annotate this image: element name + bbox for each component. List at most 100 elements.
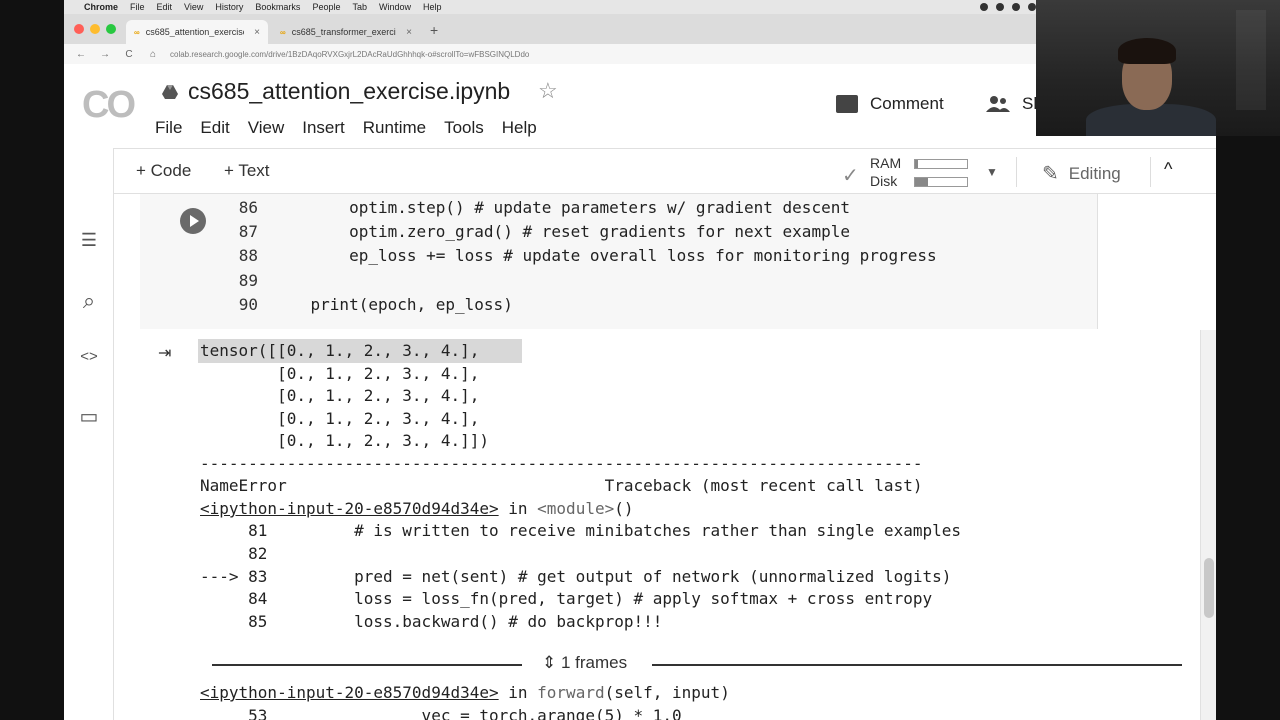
output-line[interactable]: tensor([[0., 1., 2., 3., 4.], xyxy=(200,340,479,363)
menu-chrome[interactable]: Chrome xyxy=(84,2,118,12)
window-zoom-icon[interactable] xyxy=(106,24,116,34)
search-icon[interactable]: ⌕ xyxy=(78,288,100,314)
colab-menu-edit[interactable]: Edit xyxy=(200,118,229,138)
clear-output-icon[interactable]: ⇥ xyxy=(158,343,171,363)
toolbar-divider xyxy=(1150,157,1151,187)
colab-menu-help[interactable]: Help xyxy=(502,118,537,138)
traceback-line[interactable]: 85 loss.backward() # do backprop!!! xyxy=(200,611,662,634)
collapsed-frames-toggle[interactable]: ⇕ 1 frames xyxy=(212,651,1182,679)
browser-tab[interactable]: ∞ cs685_transformer_exercise × xyxy=(272,20,420,44)
drive-icon xyxy=(162,85,178,99)
traceback-line[interactable]: 53 vec = torch.arange(5) * 1.0 xyxy=(200,705,681,720)
notebook-scrollbar[interactable] xyxy=(1200,330,1216,720)
code-snippets-icon[interactable]: <> xyxy=(78,348,100,365)
status-icons xyxy=(980,3,1036,11)
traceback-line[interactable]: 82 xyxy=(200,543,267,566)
left-sidebar: ☰ ⌕ <> ▭ xyxy=(64,148,114,720)
output-cell[interactable]: ⇥ tensor([[0., 1., 2., 3., 4.], [0., 1.,… xyxy=(140,329,1194,720)
notebook-title[interactable]: cs685_attention_exercise.ipynb xyxy=(188,78,510,105)
output-line[interactable]: [0., 1., 2., 3., 4.], xyxy=(200,363,479,386)
run-cell-button[interactable] xyxy=(180,208,206,234)
people-icon xyxy=(986,96,1010,112)
menu-help[interactable]: Help xyxy=(423,2,442,12)
traceback-suffix: (self, input) xyxy=(604,683,730,702)
traceback-line[interactable]: 81 # is written to receive minibatches r… xyxy=(200,520,961,543)
comment-icon xyxy=(836,95,858,113)
new-tab-button[interactable]: + xyxy=(430,22,438,38)
menu-bookmarks[interactable]: Bookmarks xyxy=(255,2,300,12)
line-number: 90 xyxy=(238,295,258,314)
home-button[interactable]: ⌂ xyxy=(146,49,160,60)
colab-menu-view[interactable]: View xyxy=(248,118,285,138)
code-line[interactable]: 87 optim.zero_grad() # reset gradients f… xyxy=(230,220,850,244)
traceback-file-link[interactable]: <ipython-input-20-e8570d94d34e> xyxy=(200,499,499,518)
frames-label[interactable]: ⇕ 1 frames xyxy=(542,653,627,673)
traceback-line[interactable]: 84 loss = loss_fn(pred, target) # apply … xyxy=(200,588,932,611)
output-line[interactable]: [0., 1., 2., 3., 4.]]) xyxy=(200,430,489,453)
menu-file[interactable]: File xyxy=(130,2,145,12)
colab-menu-file[interactable]: File xyxy=(155,118,182,138)
comment-button[interactable]: Comment xyxy=(836,94,944,114)
code-line[interactable]: 90 print(epoch, ep_loss) xyxy=(230,293,513,317)
reload-button[interactable]: C xyxy=(122,49,136,60)
status-icon[interactable] xyxy=(996,3,1004,11)
menu-view[interactable]: View xyxy=(184,2,203,12)
traceback-in: in xyxy=(498,499,538,518)
line-number: 87 xyxy=(238,222,258,241)
forward-button[interactable]: → xyxy=(98,49,112,60)
browser-tab-active[interactable]: ∞ cs685_attention_exercise.ipyn × xyxy=(126,20,268,44)
status-icon[interactable] xyxy=(980,3,988,11)
url-field[interactable]: colab.research.google.com/drive/1BzDAqoR… xyxy=(170,50,529,59)
traceback-location: <ipython-input-20-e8570d94d34e> in <modu… xyxy=(200,498,633,521)
line-number: 89 xyxy=(238,271,258,290)
traceback-file-link[interactable]: <ipython-input-20-e8570d94d34e> xyxy=(200,683,499,702)
editing-mode-button[interactable]: ✎ Editing xyxy=(1042,161,1121,186)
code-text: ep_loss += loss # update overall loss fo… xyxy=(272,246,937,265)
back-button[interactable]: ← xyxy=(74,49,88,60)
notebook-toolbar: + Code + Text ✓ RAM Disk ▼ ✎ Editing ^ xyxy=(64,148,1216,194)
add-text-button[interactable]: + Text xyxy=(224,161,270,181)
table-of-contents-icon[interactable]: ☰ xyxy=(78,230,100,251)
code-line[interactable]: 86 optim.step() # update parameters w/ g… xyxy=(230,196,850,220)
menu-window[interactable]: Window xyxy=(379,2,411,12)
code-line[interactable]: 89 xyxy=(230,269,272,293)
files-icon[interactable]: ▭ xyxy=(78,404,100,429)
collapse-header-icon[interactable]: ^ xyxy=(1164,159,1172,180)
scrollbar-thumb[interactable] xyxy=(1204,558,1214,618)
colab-menubar: File Edit View Insert Runtime Tools Help xyxy=(155,118,537,138)
ram-bar-fill xyxy=(915,160,918,168)
traceback-suffix: () xyxy=(614,499,634,518)
chevron-down-icon[interactable]: ▼ xyxy=(986,165,998,179)
tab-close-icon[interactable]: × xyxy=(254,27,260,38)
traceback-location: <ipython-input-20-e8570d94d34e> in forwa… xyxy=(200,682,730,705)
ram-bar xyxy=(914,159,968,169)
toolbar-divider xyxy=(1016,157,1017,187)
colab-menu-tools[interactable]: Tools xyxy=(444,118,484,138)
tab-title: cs685_transformer_exercise xyxy=(291,27,397,37)
code-cell[interactable]: 86 optim.step() # update parameters w/ g… xyxy=(140,194,1098,329)
connected-check-icon: ✓ xyxy=(842,165,859,187)
colab-menu-runtime[interactable]: Runtime xyxy=(363,118,426,138)
tab-close-icon[interactable]: × xyxy=(406,27,412,38)
status-icon[interactable] xyxy=(1012,3,1020,11)
output-line[interactable]: [0., 1., 2., 3., 4.], xyxy=(200,408,479,431)
menu-tab[interactable]: Tab xyxy=(352,2,367,12)
menu-edit[interactable]: Edit xyxy=(157,2,173,12)
tab-title: cs685_attention_exercise.ipyn xyxy=(145,27,244,37)
ram-disk-indicator[interactable]: ✓ RAM Disk ▼ xyxy=(842,153,1002,191)
output-line[interactable]: [0., 1., 2., 3., 4.], xyxy=(200,385,479,408)
star-icon[interactable]: ☆ xyxy=(538,78,558,104)
code-line[interactable]: 88 ep_loss += loss # update overall loss… xyxy=(230,244,937,268)
window-close-icon[interactable] xyxy=(74,24,84,34)
traceback-line-error[interactable]: ---> 83 pred = net(sent) # get output of… xyxy=(200,566,951,589)
menu-history[interactable]: History xyxy=(215,2,243,12)
status-icon[interactable] xyxy=(1028,3,1036,11)
code-text: optim.zero_grad() # reset gradients for … xyxy=(272,222,850,241)
share-button[interactable]: Sh xyxy=(986,94,1043,114)
menu-people[interactable]: People xyxy=(312,2,340,12)
colab-logo[interactable]: CO xyxy=(82,84,136,127)
add-code-button[interactable]: + Code xyxy=(136,161,191,181)
colab-menu-insert[interactable]: Insert xyxy=(302,118,345,138)
window-minimize-icon[interactable] xyxy=(90,24,100,34)
colab-favicon-icon: ∞ xyxy=(280,27,286,37)
